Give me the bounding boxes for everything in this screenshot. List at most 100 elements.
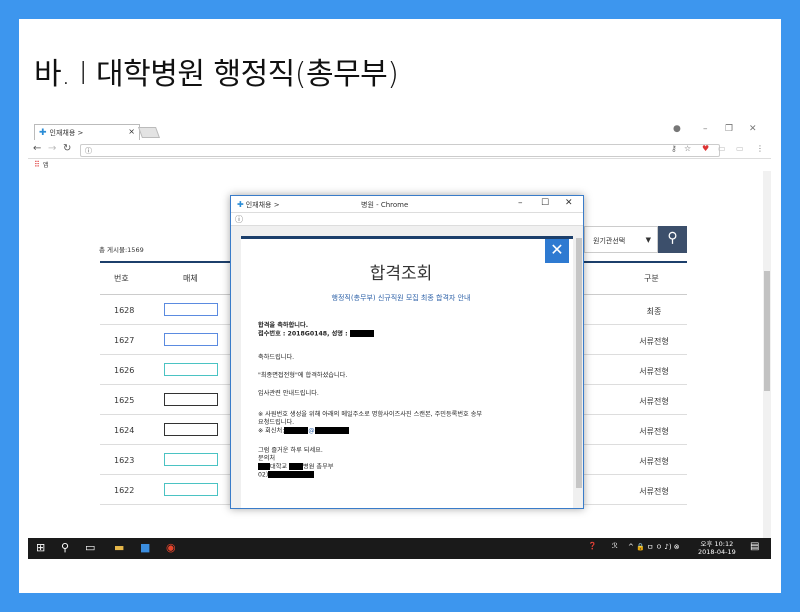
slide: 바. l 대학병원 행정직(총무부) ✚ 인재채용 > × ● – ❐ ✕ ← →…	[19, 19, 781, 593]
extension-icon-2[interactable]: ▭	[718, 144, 726, 153]
back-icon[interactable]: ←	[33, 143, 41, 154]
popup-body: ✕ 합격조회 행정직(총무부) 신규직원 모집 최종 합격자 안내 합격을 축하…	[231, 226, 575, 508]
cell-no: 1622	[114, 486, 135, 495]
cell-no: 1625	[114, 396, 135, 405]
column-header-type: 구분	[644, 274, 659, 283]
reply-label: ※ 회신처:	[258, 427, 285, 435]
site-cross-icon: ✚	[39, 128, 47, 138]
close-window-button[interactable]: ✕	[749, 124, 757, 134]
media-logo	[164, 303, 218, 316]
redacted-text	[289, 463, 304, 470]
cell-type: 서류전형	[639, 487, 669, 496]
photoshop-icon[interactable]: ■	[140, 541, 150, 554]
message-line: "최종면접전형"에 합격하셨습니다.	[258, 372, 348, 379]
info-icon: ⓘ	[85, 147, 92, 155]
menu-icon[interactable]: ⋮	[756, 144, 764, 153]
column-header-media: 매체	[183, 274, 198, 283]
forward-icon[interactable]: →	[48, 143, 56, 154]
file-explorer-icon[interactable]: ▬	[114, 541, 124, 554]
congrats-line: 합격을 축하합니다.	[258, 322, 309, 329]
message-line: 축하드립니다.	[258, 354, 295, 361]
popup-maximize-button[interactable]: ☐	[541, 198, 549, 208]
redacted-text	[258, 463, 270, 470]
popup-close-window-button[interactable]: ✕	[565, 198, 573, 208]
address-toolbar: ← → ↻ ⓘ ⚷ ☆ ♥ ▭ ▭ ⋮	[28, 142, 771, 159]
media-logo	[164, 363, 218, 376]
reload-icon[interactable]: ↻	[63, 143, 71, 154]
redacted-email-domain	[314, 427, 349, 434]
result-panel: ✕ 합격조회 행정직(총무부) 신규직원 모집 최종 합격자 안내 합격을 축하…	[241, 236, 573, 508]
popup-minimize-button[interactable]: –	[518, 198, 523, 208]
media-logo	[164, 453, 218, 466]
windows-taskbar: ⊞ ⚲ ▭ ▬ ■ ◉ ❓ ℛ ^ 🔒 ㅁ ㅇ ♪) ⊗ 오후 10:12 20…	[28, 538, 771, 559]
contact-dept: 병원 총무부	[303, 463, 334, 471]
scrollbar-thumb[interactable]	[764, 271, 770, 391]
extension-icon[interactable]: ♥	[702, 144, 709, 153]
tab-close-icon[interactable]: ×	[128, 127, 135, 136]
clock-time: 오후 10:12	[700, 540, 734, 548]
clock-date: 2018-04-19	[698, 548, 736, 556]
popup-address-bar[interactable]: ⓘ	[231, 213, 583, 226]
cell-type: 서류전형	[639, 397, 669, 406]
message-line: 입사관련 안내드립니다.	[258, 390, 319, 397]
clock[interactable]: 오후 10:12 2018-04-19	[698, 540, 736, 556]
applicant-line: 접수번호 : 2018G0148, 성명 :	[258, 330, 374, 339]
account-icon[interactable]: ●	[673, 124, 681, 134]
popup-tab-label: 인재채용 >	[245, 201, 280, 209]
cell-no: 1627	[114, 336, 135, 345]
star-icon[interactable]: ☆	[684, 144, 691, 153]
browser-tab[interactable]: ✚ 인재채용 > ×	[34, 124, 140, 140]
info-icon: ⓘ	[235, 215, 243, 224]
people-icon[interactable]: ℛ	[612, 542, 618, 550]
cell-type: 서류전형	[639, 367, 669, 376]
contact-univ: 대학교	[270, 463, 288, 471]
message-line: ※ 사원번호 생성을 위해 아래의 메일주소로 명함사이즈사진 스캔본, 주민등…	[258, 411, 483, 418]
select-value: 원기관선택	[593, 237, 626, 245]
cell-no: 1624	[114, 426, 135, 435]
redacted-phone	[268, 471, 315, 478]
apps-bookmark[interactable]: 앱	[43, 162, 49, 169]
popup-window-title: 병원 - Chrome	[361, 201, 409, 209]
cell-type: 서류전형	[639, 427, 669, 436]
restore-button[interactable]: ❐	[725, 124, 733, 134]
popup-heading: 합격조회	[369, 264, 433, 284]
cell-no: 1623	[114, 456, 135, 465]
popup-tab: ✚ 인재채용 >	[237, 200, 280, 210]
windows-start-icon[interactable]: ⊞	[36, 541, 45, 554]
phone-prefix: 02)	[258, 471, 269, 479]
popup-scrollbar-thumb[interactable]	[576, 238, 582, 488]
apps-grid-icon[interactable]: ⠿	[34, 160, 40, 169]
search-icon: ⚲	[667, 230, 678, 246]
slide-title: 바. l 대학병원 행정직(총무부)	[34, 57, 399, 92]
message-line: 요청드립니다.	[258, 419, 295, 426]
search-taskbar-icon[interactable]: ⚲	[61, 541, 69, 554]
notification-icon[interactable]: ▤	[750, 541, 759, 552]
search-button[interactable]: ⚲	[658, 226, 687, 253]
applicant-info: 접수번호 : 2018G0148, 성명 :	[258, 330, 348, 338]
page-scrollbar[interactable]	[763, 171, 771, 538]
popup-titlebar: ✚ 인재채용 > 병원 - Chrome – ☐ ✕	[231, 196, 583, 213]
help-icon[interactable]: ❓	[588, 542, 597, 550]
system-tray[interactable]: ^ 🔒 ㅁ ㅇ ♪) ⊗	[628, 542, 680, 552]
url-input[interactable]: ⓘ	[80, 144, 720, 157]
tab-label: 인재채용 >	[49, 129, 84, 137]
key-icon[interactable]: ⚷	[671, 144, 677, 153]
popup-scrollbar[interactable]	[575, 226, 583, 508]
cell-no: 1628	[114, 306, 135, 315]
chrome-icon[interactable]: ◉	[166, 541, 176, 554]
task-view-icon[interactable]: ▭	[85, 541, 95, 554]
media-logo	[164, 423, 218, 436]
message-line: 문의처	[258, 455, 276, 462]
extension-icon-3[interactable]: ▭	[736, 144, 744, 153]
popup-subheading: 행정직(총무부) 신규직원 모집 최종 합격자 안내	[331, 294, 471, 302]
new-tab-button[interactable]	[137, 127, 161, 138]
phone-line: 02)	[258, 471, 315, 480]
minimize-button[interactable]: –	[703, 124, 708, 134]
institution-select[interactable]: 원기관선택 ▼	[584, 226, 658, 253]
media-logo	[164, 393, 218, 406]
browser-tabbar: ✚ 인재채용 > × ● – ❐ ✕	[28, 122, 771, 142]
redacted-email	[284, 427, 309, 434]
cell-no: 1626	[114, 366, 135, 375]
message-line: 그럼 즐거운 하루 되세요.	[258, 447, 323, 454]
site-cross-icon: ✚	[237, 200, 244, 209]
